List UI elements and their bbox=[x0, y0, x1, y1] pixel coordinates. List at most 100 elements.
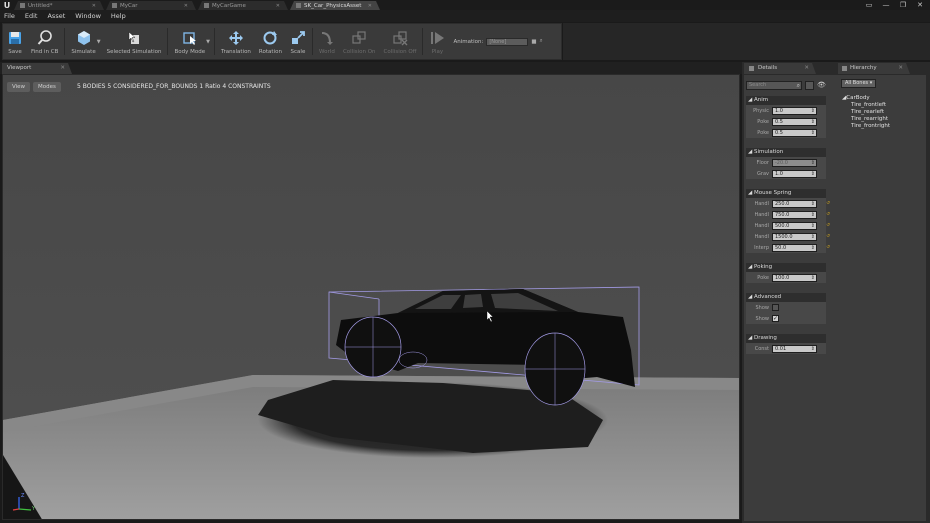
tree-node[interactable]: Tire_rearright bbox=[842, 116, 890, 123]
doc-tab-mycargame[interactable]: MyCarGame ✕ bbox=[198, 1, 288, 10]
viewport-tab[interactable]: Viewport ✕ bbox=[2, 63, 72, 74]
menu-window[interactable]: Window bbox=[75, 12, 101, 20]
property-value-field[interactable]: 750.0 ⇕ bbox=[772, 210, 817, 219]
tree-node[interactable]: Tire_frontleft bbox=[842, 102, 890, 109]
minimize-icon[interactable]: — bbox=[882, 1, 890, 9]
category-mouse-spring: ◢ Mouse Spring Handl 250.0 ⇕ ↺ Handl 750.0 ⇕ ↺… bbox=[746, 189, 830, 253]
details-tab[interactable]: Details ✕ bbox=[744, 63, 816, 74]
reset-to-default-icon[interactable]: ↺ bbox=[826, 223, 830, 228]
category-header[interactable]: ◢ Mouse Spring bbox=[746, 189, 826, 198]
translation-button[interactable]: Translation bbox=[217, 24, 255, 59]
property-value-field[interactable]: -20.0 ⇕ bbox=[772, 158, 817, 167]
simulate-dropdown-icon[interactable]: ▼ bbox=[97, 39, 101, 45]
close-tab-icon[interactable]: ✕ bbox=[276, 3, 280, 9]
property-value-field[interactable]: 100.0 ⇕ bbox=[772, 273, 817, 282]
spinner-icon[interactable]: ⇕ bbox=[811, 346, 815, 352]
use-selected-icon[interactable]: ■ bbox=[531, 39, 536, 45]
doc-tab-physics-asset[interactable]: SK_Car_PhysicsAsset ✕ bbox=[290, 1, 380, 10]
restore-small-icon[interactable]: ▭ bbox=[865, 1, 873, 9]
bone-filter-dropdown[interactable]: All Bones ▾ bbox=[841, 79, 877, 88]
menu-edit[interactable]: Edit bbox=[25, 12, 38, 20]
spinner-icon[interactable]: ⇕ bbox=[811, 171, 815, 177]
rotate-icon bbox=[262, 30, 278, 46]
spinner-icon[interactable]: ⇕ bbox=[811, 212, 815, 218]
details-body: Search ⌕ 👁 ◢ Anim Physic 1.0 ⇕ Poke 0.5 ⇕ Po… bbox=[744, 75, 838, 521]
spinner-icon[interactable]: ⇕ bbox=[811, 119, 815, 125]
menu-file[interactable]: File bbox=[4, 12, 15, 20]
property-value-field[interactable]: 250.0 ⇕ bbox=[772, 199, 817, 208]
category-header[interactable]: ◢ Advanced bbox=[746, 293, 826, 302]
spinner-icon[interactable]: ⇕ bbox=[811, 130, 815, 136]
body-mode-button[interactable]: Body Mode bbox=[170, 24, 209, 59]
category-header[interactable]: ◢ Simulation bbox=[746, 148, 826, 157]
animation-combo[interactable]: [None] bbox=[486, 37, 529, 46]
tree-node[interactable]: Tire_frontright bbox=[842, 123, 890, 130]
category-header[interactable]: ◢ Anim bbox=[746, 96, 826, 105]
spinner-icon[interactable]: ⇕ bbox=[811, 275, 815, 281]
rotation-button[interactable]: Rotation bbox=[255, 24, 286, 59]
property-matrix-icon[interactable] bbox=[805, 81, 814, 90]
save-button[interactable]: Save bbox=[3, 24, 27, 59]
reset-to-default-icon[interactable]: ↺ bbox=[826, 201, 830, 206]
close-tab-icon[interactable]: ✕ bbox=[804, 63, 809, 74]
doc-tab-mycar[interactable]: MyCar ✕ bbox=[106, 1, 196, 10]
close-tab-icon[interactable]: ✕ bbox=[60, 63, 65, 74]
show-checkbox[interactable] bbox=[772, 304, 779, 311]
menu-asset[interactable]: Asset bbox=[47, 12, 65, 20]
close-tab-icon[interactable]: ✕ bbox=[368, 3, 372, 9]
category-header[interactable]: ◢ Poking bbox=[746, 263, 826, 272]
tree-node-root[interactable]: ◢CarBody bbox=[842, 95, 890, 102]
toolbar: Save Find in CB Simulate ▼ Selected Simu… bbox=[2, 23, 562, 60]
property-value-field[interactable]: 500.0 ⇕ bbox=[772, 221, 817, 230]
view-options-button[interactable]: View bbox=[7, 82, 31, 92]
body-mode-dropdown-icon[interactable]: ▼ bbox=[206, 39, 210, 45]
find-in-cb-button[interactable]: Find in CB bbox=[27, 24, 62, 59]
browse-icon[interactable]: ⌕ bbox=[540, 38, 543, 45]
close-tab-icon[interactable]: ✕ bbox=[92, 3, 96, 9]
play-button[interactable]: Play bbox=[425, 24, 449, 59]
spinner-icon[interactable]: ⇕ bbox=[811, 234, 815, 240]
hierarchy-panel: Hierarchy ✕ All Bones ▾ ◢CarBody Tire_fr… bbox=[838, 62, 930, 523]
close-tab-icon[interactable]: ✕ bbox=[898, 63, 903, 74]
collision-on-button[interactable]: Collision On bbox=[339, 24, 380, 59]
eye-icon[interactable]: 👁 bbox=[817, 81, 826, 89]
doc-tab-untitled[interactable]: Untitled* ✕ bbox=[14, 1, 104, 10]
hierarchy-body: All Bones ▾ ◢CarBody Tire_frontleft Tire… bbox=[838, 75, 926, 521]
toolbar-separator bbox=[422, 28, 424, 55]
property-row: Handl 750.0 ⇕ ↺ bbox=[746, 209, 830, 220]
property-value-field[interactable]: 0.5 ⇕ bbox=[772, 128, 817, 137]
spinner-icon[interactable]: ⇕ bbox=[811, 223, 815, 229]
property-value-field[interactable]: 0.01 ⇕ bbox=[772, 344, 817, 353]
spinner-icon[interactable]: ⇕ bbox=[811, 160, 815, 166]
reset-to-default-icon[interactable]: ↺ bbox=[826, 212, 830, 217]
world-button[interactable]: World bbox=[315, 24, 339, 59]
property-value-field[interactable]: 50.0 ⇕ bbox=[772, 243, 817, 252]
property-value-field[interactable]: 1500.0 ⇕ bbox=[772, 232, 817, 241]
property-label: Floor bbox=[756, 159, 769, 166]
reset-to-default-icon[interactable]: ↺ bbox=[826, 234, 830, 239]
viewport[interactable]: View Modes 5 BODIES 5 CONSIDERED_FOR_BOU… bbox=[2, 74, 740, 520]
close-tab-icon[interactable]: ✕ bbox=[184, 3, 188, 9]
selected-simulation-button[interactable]: Selected Simulation bbox=[103, 24, 166, 59]
spinner-icon[interactable]: ⇕ bbox=[811, 201, 815, 207]
menu-help[interactable]: Help bbox=[111, 12, 126, 20]
spinner-icon[interactable]: ⇕ bbox=[811, 108, 815, 114]
reset-to-default-icon[interactable]: ↺ bbox=[826, 245, 830, 250]
property-value-field[interactable]: 0.5 ⇕ bbox=[772, 117, 817, 126]
simulate-button[interactable]: Simulate bbox=[67, 24, 99, 59]
hierarchy-tab[interactable]: Hierarchy ✕ bbox=[838, 63, 910, 74]
modes-button[interactable]: Modes bbox=[33, 82, 61, 92]
property-value-field[interactable]: 1.0 ⇕ bbox=[772, 169, 817, 178]
show-checkbox[interactable]: ✓ bbox=[772, 315, 779, 322]
car-window-mid bbox=[463, 294, 483, 308]
maximize-icon[interactable]: ❐ bbox=[899, 1, 907, 9]
tree-node[interactable]: Tire_rearleft bbox=[842, 109, 890, 116]
collision-off-button[interactable]: Collision Off bbox=[380, 24, 421, 59]
close-window-icon[interactable]: ✕ bbox=[916, 1, 924, 9]
details-search-input[interactable]: Search ⌕ bbox=[746, 81, 802, 90]
scale-button[interactable]: Scale bbox=[286, 24, 310, 59]
category-header[interactable]: ◢ Drawing bbox=[746, 334, 826, 343]
spinner-icon[interactable]: ⇕ bbox=[811, 245, 815, 251]
property-value-field[interactable]: 1.0 ⇕ bbox=[772, 106, 817, 115]
viewport-scene[interactable] bbox=[3, 75, 740, 520]
